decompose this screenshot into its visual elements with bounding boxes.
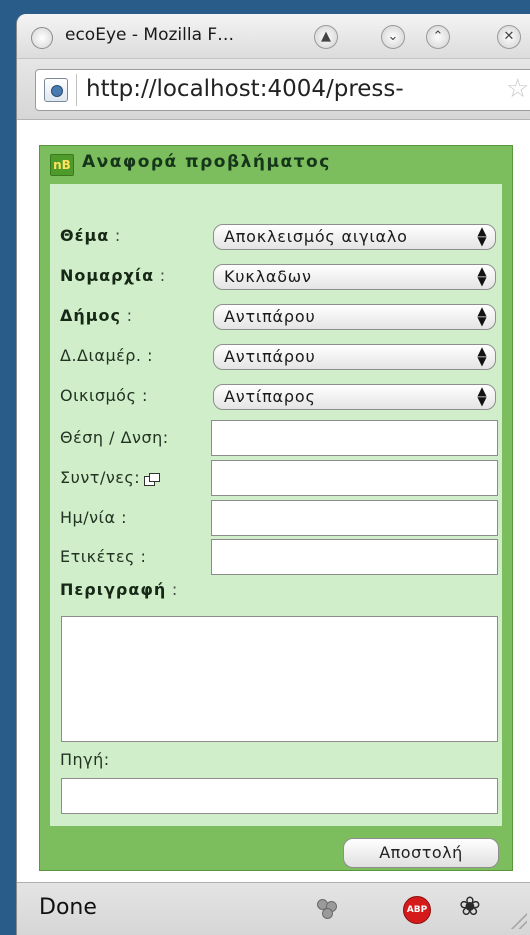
adblock-icon[interactable]: ABP [403,896,431,924]
site-identity-icon[interactable] [44,78,68,102]
settlement-label: Οικισμός : [60,386,148,405]
submit-button[interactable]: Αποστολή [343,838,499,868]
date-label: Ημ/νία : [60,508,127,527]
ecoeye-logo-icon: nB [50,154,74,176]
select-arrows-icon: ▲ ▼ [477,224,487,248]
url-separator [76,74,77,106]
tags-input[interactable] [211,539,498,575]
description-label: Περιγραφή : [60,580,178,599]
municipality-label: Δήμος : [60,306,133,325]
maximize-icon[interactable]: ⌃ [426,25,450,49]
location-label: Θέση / Δνση: [60,428,169,447]
prefecture-label: Νομαρχία : [60,266,166,285]
prefecture-select[interactable]: Κυκλαδων ▲ ▼ [213,264,496,290]
title-bar[interactable]: ecoEye - Mozilla F… ▲ ⌄ ⌃ ✕ [17,14,530,59]
status-network-icon[interactable] [317,899,339,919]
coordinates-picker-icon[interactable] [144,472,161,486]
description-textarea[interactable] [61,616,498,742]
select-arrows-icon: ▲ ▼ [477,344,487,368]
close-icon[interactable]: ✕ [497,25,521,49]
page-content: nB Αναφορά προβλήματος Θέμα : Αποκλεισμό… [17,120,530,882]
window-menu-icon[interactable] [31,27,53,49]
navigation-bar: http://localhost:4004/press- ☆ [17,59,530,120]
firebug-icon[interactable]: ❀ [459,893,481,921]
panel-header: nB Αναφορά προβλήματος [40,146,512,182]
prefecture-value: Κυκλαδων [224,267,312,286]
date-input[interactable] [211,500,498,536]
minimize-icon[interactable]: ⌄ [381,25,405,49]
source-input[interactable] [61,778,498,814]
url-text[interactable]: http://localhost:4004/press- [86,74,404,104]
shade-icon[interactable]: ▲ [314,25,338,49]
tags-label: Ετικέτες : [60,547,147,566]
settlement-select[interactable]: Αντίπαρος ▲ ▼ [213,384,496,410]
report-form: Θέμα : Αποκλεισμός αιγιαλο ▲ ▼ Νομαρχία :… [50,184,502,826]
district-select[interactable]: Αντιπάρου ▲ ▼ [213,344,496,370]
select-arrows-icon: ▲ ▼ [477,304,487,328]
district-value: Αντιπάρου [224,347,316,366]
source-label: Πηγή: [60,750,110,769]
municipality-value: Αντιπάρου [224,307,316,326]
problem-report-panel: nB Αναφορά προβλήματος Θέμα : Αποκλεισμό… [39,145,513,871]
url-bar[interactable]: http://localhost:4004/press- ☆ [35,69,530,111]
coords-label: Συντ/νες: [60,468,161,487]
theme-value: Αποκλεισμός αιγιαλο [224,227,408,246]
location-input[interactable] [211,420,498,456]
resize-grip-icon[interactable] [509,911,527,929]
theme-label: Θέμα : [60,226,121,245]
status-bar: Done ABP ❀ [17,882,530,935]
coords-input[interactable] [211,460,498,496]
select-arrows-icon: ▲ ▼ [477,264,487,288]
window-title: ecoEye - Mozilla F… [65,25,235,45]
select-arrows-icon: ▲ ▼ [477,384,487,408]
panel-title: Αναφορά προβλήματος [82,152,331,172]
theme-select[interactable]: Αποκλεισμός αιγιαλο ▲ ▼ [213,224,496,250]
browser-window: ecoEye - Mozilla F… ▲ ⌄ ⌃ ✕ http://local… [16,14,530,935]
district-label: Δ.Διαμέρ. : [60,346,153,365]
bookmark-star-icon[interactable]: ☆ [506,74,529,104]
municipality-select[interactable]: Αντιπάρου ▲ ▼ [213,304,496,330]
status-text: Done [39,895,97,920]
settlement-value: Αντίπαρος [224,387,316,406]
